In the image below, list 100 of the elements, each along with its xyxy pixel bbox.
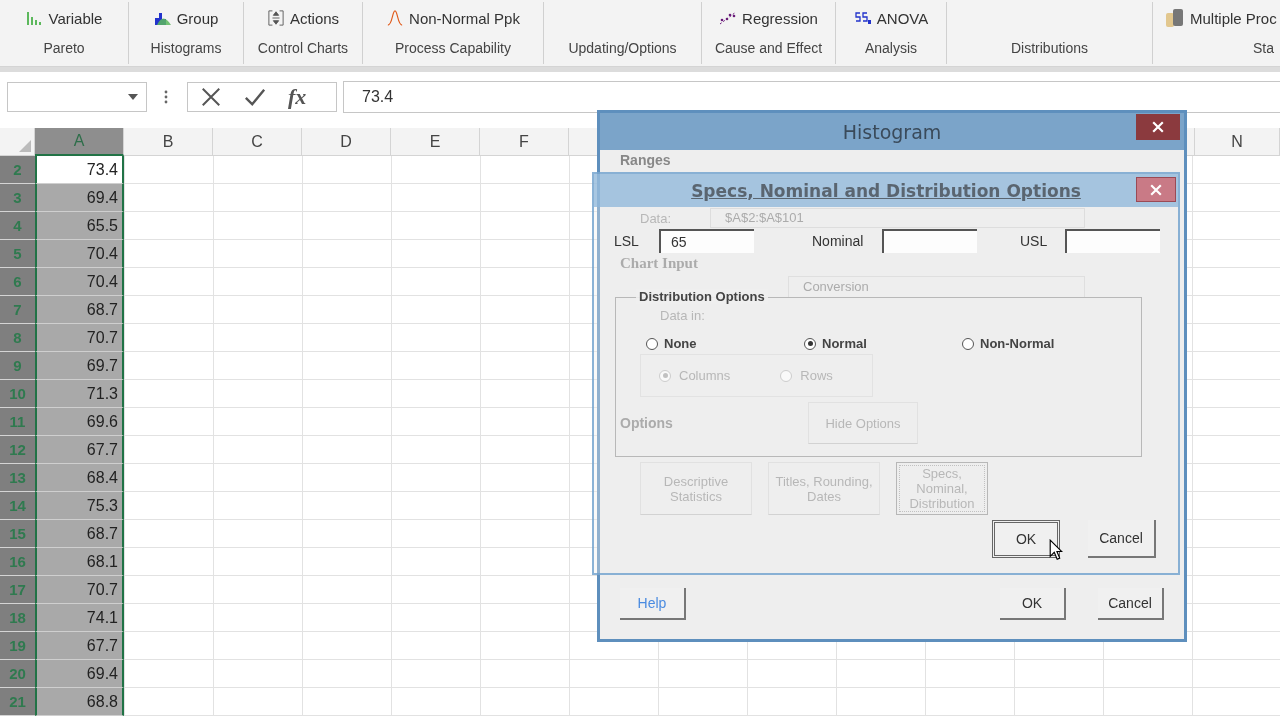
- row-header[interactable]: 17: [0, 576, 35, 604]
- insert-function-button[interactable]: fx: [288, 84, 307, 110]
- row-header[interactable]: 13: [0, 464, 35, 492]
- ribbon-button[interactable]: Multiple Proc: [1161, 6, 1280, 30]
- checkmark-icon[interactable]: [244, 86, 266, 108]
- cancel-icon[interactable]: [200, 86, 222, 108]
- column-header[interactable]: D: [302, 128, 391, 156]
- group-label: Pareto: [43, 40, 85, 56]
- radio-option[interactable]: Normal: [804, 336, 962, 351]
- group-label: Analysis: [864, 40, 918, 56]
- table-cell: 74.1: [35, 604, 124, 632]
- close-icon: [1150, 183, 1162, 196]
- dialog-title: Specs, Nominal and Distribution Options: [691, 180, 1081, 201]
- row-header[interactable]: 4: [0, 212, 35, 240]
- table-cell: 70.4: [35, 268, 124, 296]
- more-icon[interactable]: [164, 89, 168, 105]
- row-header[interactable]: 3: [0, 184, 35, 212]
- table-cell: 68.8: [35, 688, 124, 716]
- conversion-field[interactable]: Conversion: [788, 276, 1085, 298]
- table-cell: 70.4: [35, 240, 124, 268]
- field-label: USL: [1020, 233, 1049, 249]
- section-label: Ranges: [620, 151, 671, 169]
- table-cell: 68.1: [35, 548, 124, 576]
- field-label: Nominal: [812, 233, 865, 249]
- field-label: LSL: [614, 233, 640, 249]
- cylinders-icon: [1165, 8, 1185, 28]
- radio-button[interactable]: [659, 369, 671, 382]
- table-cell: 70.7: [35, 576, 124, 604]
- help-button[interactable]: Help: [620, 588, 686, 620]
- caret-icon: [128, 94, 138, 100]
- row-header[interactable]: 5: [0, 240, 35, 268]
- row-header[interactable]: 11: [0, 408, 35, 436]
- table-cell: 65.5: [35, 212, 124, 240]
- dialog-title: Histogram: [842, 120, 942, 143]
- sum-squares-icon: [853, 10, 872, 26]
- range-field[interactable]: $A$2:$A$101: [710, 208, 1085, 228]
- close-button[interactable]: [1136, 177, 1176, 202]
- table-cell: 69.4: [35, 184, 124, 212]
- table-cell: 73.4: [35, 156, 124, 184]
- table-cell: 69.7: [35, 352, 124, 380]
- table-cell: 75.3: [35, 492, 124, 520]
- table-cell: 69.4: [35, 660, 124, 688]
- row-header[interactable]: 16: [0, 548, 35, 576]
- row-header[interactable]: 12: [0, 436, 35, 464]
- row-header[interactable]: 6: [0, 268, 35, 296]
- row-header[interactable]: 18: [0, 604, 35, 632]
- ribbon-button[interactable]: Actions: [262, 7, 344, 29]
- nominal-field[interactable]: [882, 229, 977, 253]
- row-header[interactable]: 8: [0, 324, 35, 352]
- group-label: Cause and Effect: [714, 40, 823, 56]
- ribbon-button[interactable]: ANOVA: [849, 7, 933, 29]
- table-cell: 70.7: [35, 324, 124, 352]
- group-label: Distributions: [1011, 40, 1088, 56]
- section-label: Options: [620, 415, 674, 431]
- column-header[interactable]: N: [1195, 128, 1280, 156]
- column-header[interactable]: A: [35, 128, 124, 156]
- radio-option[interactable]: Non-Normal: [962, 336, 1120, 351]
- row-header[interactable]: 15: [0, 520, 35, 548]
- ribbon-button[interactable]: Group: [149, 7, 223, 29]
- row-header[interactable]: 19: [0, 632, 35, 660]
- row-header[interactable]: 10: [0, 380, 35, 408]
- usl-field[interactable]: [1065, 229, 1160, 253]
- column-header[interactable]: E: [391, 128, 480, 156]
- group-label: Histograms: [150, 40, 222, 56]
- cursor-icon: [1049, 539, 1063, 561]
- ok-button[interactable]: OK: [1000, 588, 1066, 620]
- group-label: Updating/Options: [568, 40, 677, 56]
- group-title: Distribution Options: [636, 289, 768, 304]
- section-label: Chart Input: [620, 254, 698, 272]
- column-header[interactable]: F: [480, 128, 569, 156]
- histogram-icon: [153, 10, 172, 26]
- cancel-button[interactable]: Cancel: [1088, 520, 1156, 558]
- table-cell: 67.7: [35, 436, 124, 464]
- table-cell: 68.4: [35, 464, 124, 492]
- close-icon: [1152, 121, 1164, 133]
- table-cell: 67.7: [35, 632, 124, 660]
- table-cell: 68.7: [35, 520, 124, 548]
- radio-label: None: [664, 336, 697, 351]
- scatter-icon: [719, 10, 738, 26]
- radio-option[interactable]: None: [646, 336, 804, 351]
- group-label: Sta: [1253, 40, 1274, 56]
- ribbon-button[interactable]: Regression: [715, 7, 822, 29]
- lsl-field[interactable]: 65: [659, 229, 754, 253]
- row-header[interactable]: 9: [0, 352, 35, 380]
- ribbon-button[interactable]: Non-Normal Ppk: [382, 7, 524, 29]
- row-header[interactable]: 20: [0, 660, 35, 688]
- radio-button[interactable]: [780, 369, 793, 382]
- table-cell: 71.3: [35, 380, 124, 408]
- row-header[interactable]: 14: [0, 492, 35, 520]
- cancel-button[interactable]: Cancel: [1098, 588, 1164, 620]
- column-header[interactable]: B: [124, 128, 213, 156]
- table-cell: 68.7: [35, 296, 124, 324]
- column-header[interactable]: C: [213, 128, 302, 156]
- row-header[interactable]: 7: [0, 296, 35, 324]
- row-header[interactable]: 2: [0, 156, 35, 184]
- row-header[interactable]: 21: [0, 688, 35, 716]
- radio-label: Normal: [822, 336, 867, 351]
- close-button[interactable]: [1136, 114, 1180, 140]
- ribbon-button[interactable]: Variable: [21, 7, 107, 29]
- bell-curve-icon: [386, 10, 405, 26]
